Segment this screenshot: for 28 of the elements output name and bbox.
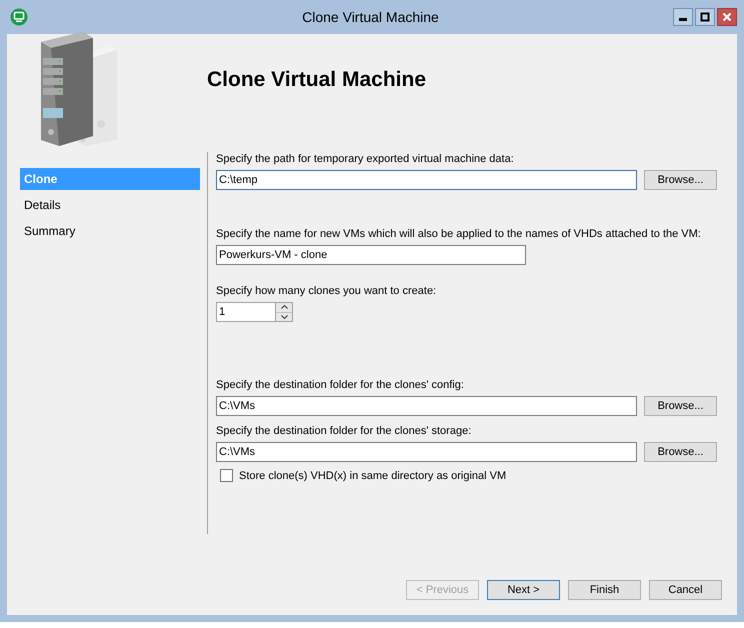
browse-button[interactable]: Browse... xyxy=(644,170,717,190)
close-icon xyxy=(722,12,732,22)
wizard-step[interactable]: Details xyxy=(20,194,200,216)
app-icon xyxy=(10,8,28,26)
wizard-step[interactable]: Summary xyxy=(20,220,200,242)
checkbox[interactable] xyxy=(220,469,233,482)
field-label: Specify the destination folder for the clones' config: xyxy=(216,378,464,393)
close-button[interactable] xyxy=(717,8,737,26)
checkbox-label: Store clone(s) VHD(x) in same directory as original VM xyxy=(239,470,506,482)
wizard-button[interactable]: Finish xyxy=(568,580,641,600)
field-label: Specify the name for new VMs which will also be applied to the names of VHDs attached to the VM: xyxy=(216,227,701,242)
field-label: Specify how many clones you want to create: xyxy=(216,284,436,299)
wizard-button[interactable]: Next > xyxy=(487,580,560,600)
input-field[interactable]: C:\VMs xyxy=(216,442,637,462)
input-field[interactable]: C:\VMs xyxy=(216,396,637,416)
browse-button[interactable]: Browse... xyxy=(644,442,717,462)
input-field[interactable]: C:\temp xyxy=(216,170,637,190)
field-label: Specify the destination folder for the clones' storage: xyxy=(216,424,472,439)
browse-button[interactable]: Browse... xyxy=(644,396,717,416)
input-field[interactable]: Powerkurs-VM - clone xyxy=(216,245,526,265)
maximize-icon xyxy=(700,12,710,22)
maximize-button[interactable] xyxy=(695,8,715,26)
window-title: Clone Virtual Machine xyxy=(302,9,439,25)
wizard-button[interactable]: Cancel xyxy=(649,580,722,600)
minimize-button[interactable] xyxy=(673,8,693,26)
field-label: Specify the path for temporary exported virtual machine data: xyxy=(216,152,514,167)
page-heading: Clone Virtual Machine xyxy=(207,68,426,92)
number-spinner[interactable]: 1 xyxy=(216,302,293,322)
